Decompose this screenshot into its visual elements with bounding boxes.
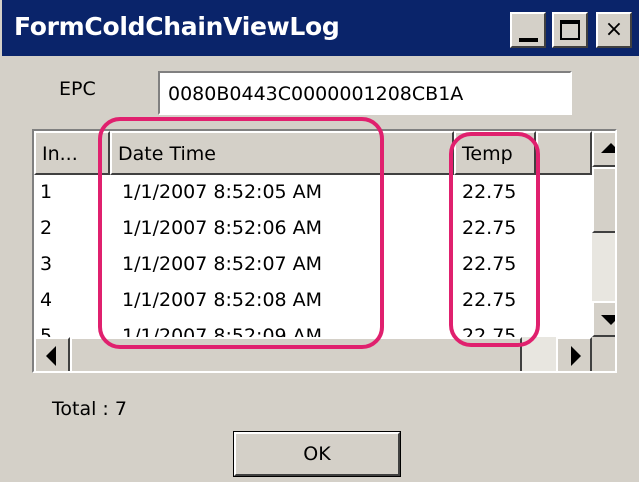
column-header-index[interactable]: In... xyxy=(34,131,110,175)
close-icon: × xyxy=(604,17,624,42)
title-bar[interactable]: FormColdChainViewLog × xyxy=(2,0,639,56)
column-header-filler xyxy=(536,131,592,175)
cell-index: 1 xyxy=(40,181,53,203)
maximize-button[interactable] xyxy=(552,12,588,48)
window-title: FormColdChainViewLog xyxy=(14,12,340,41)
horizontal-scrollbar[interactable] xyxy=(34,337,592,371)
log-list-view[interactable]: In... Date Time Temp 1 1/1/2007 8:52:05 … xyxy=(32,129,617,373)
vertical-scroll-thumb[interactable] xyxy=(592,167,615,233)
cell-temp: 22.75 xyxy=(462,181,517,203)
scrollbar-corner xyxy=(592,337,615,371)
column-header-temp[interactable]: Temp xyxy=(454,131,536,175)
table-row[interactable]: 1 1/1/2007 8:52:05 AM 22.75 xyxy=(34,175,592,211)
minimize-button[interactable] xyxy=(510,12,546,48)
total-label: Total : 7 xyxy=(52,398,127,420)
minimize-icon xyxy=(519,38,538,42)
cell-index: 3 xyxy=(40,253,53,275)
cell-date-time: 1/1/2007 8:52:07 AM xyxy=(122,253,323,275)
cold-chain-log-window: FormColdChainViewLog × EPC 0080B0443C000… xyxy=(0,0,639,482)
epc-label: EPC xyxy=(59,78,96,100)
vertical-scrollbar[interactable] xyxy=(592,131,615,341)
column-header-date-time[interactable]: Date Time xyxy=(110,131,454,175)
arrow-up-icon xyxy=(601,143,615,153)
table-row[interactable]: 3 1/1/2007 8:52:07 AM 22.75 xyxy=(34,247,592,283)
cell-date-time: 1/1/2007 8:52:08 AM xyxy=(122,289,323,311)
close-button[interactable]: × xyxy=(596,12,632,48)
cell-index: 2 xyxy=(40,217,53,239)
cell-date-time: 1/1/2007 8:52:06 AM xyxy=(122,217,323,239)
maximize-icon xyxy=(560,20,580,40)
cell-date-time: 1/1/2007 8:52:05 AM xyxy=(122,181,323,203)
cell-temp: 22.75 xyxy=(462,217,517,239)
scroll-left-button[interactable] xyxy=(34,337,70,371)
scroll-right-button[interactable] xyxy=(556,337,592,371)
cell-index: 4 xyxy=(40,289,53,311)
cell-temp: 22.75 xyxy=(462,289,517,311)
ok-button[interactable]: OK xyxy=(233,431,401,477)
log-rows: 1 1/1/2007 8:52:05 AM 22.75 2 1/1/2007 8… xyxy=(34,175,592,355)
cell-temp: 22.75 xyxy=(462,253,517,275)
arrow-left-icon xyxy=(46,346,56,366)
table-row[interactable]: 4 1/1/2007 8:52:08 AM 22.75 xyxy=(34,283,592,319)
table-row[interactable]: 2 1/1/2007 8:52:06 AM 22.75 xyxy=(34,211,592,247)
arrow-right-icon xyxy=(571,346,581,366)
epc-field[interactable]: 0080B0443C0000001208CB1A xyxy=(158,71,572,115)
horizontal-scroll-thumb[interactable] xyxy=(70,337,522,371)
scroll-down-button[interactable] xyxy=(592,301,615,337)
scroll-up-button[interactable] xyxy=(592,131,615,167)
arrow-down-icon xyxy=(601,315,615,325)
